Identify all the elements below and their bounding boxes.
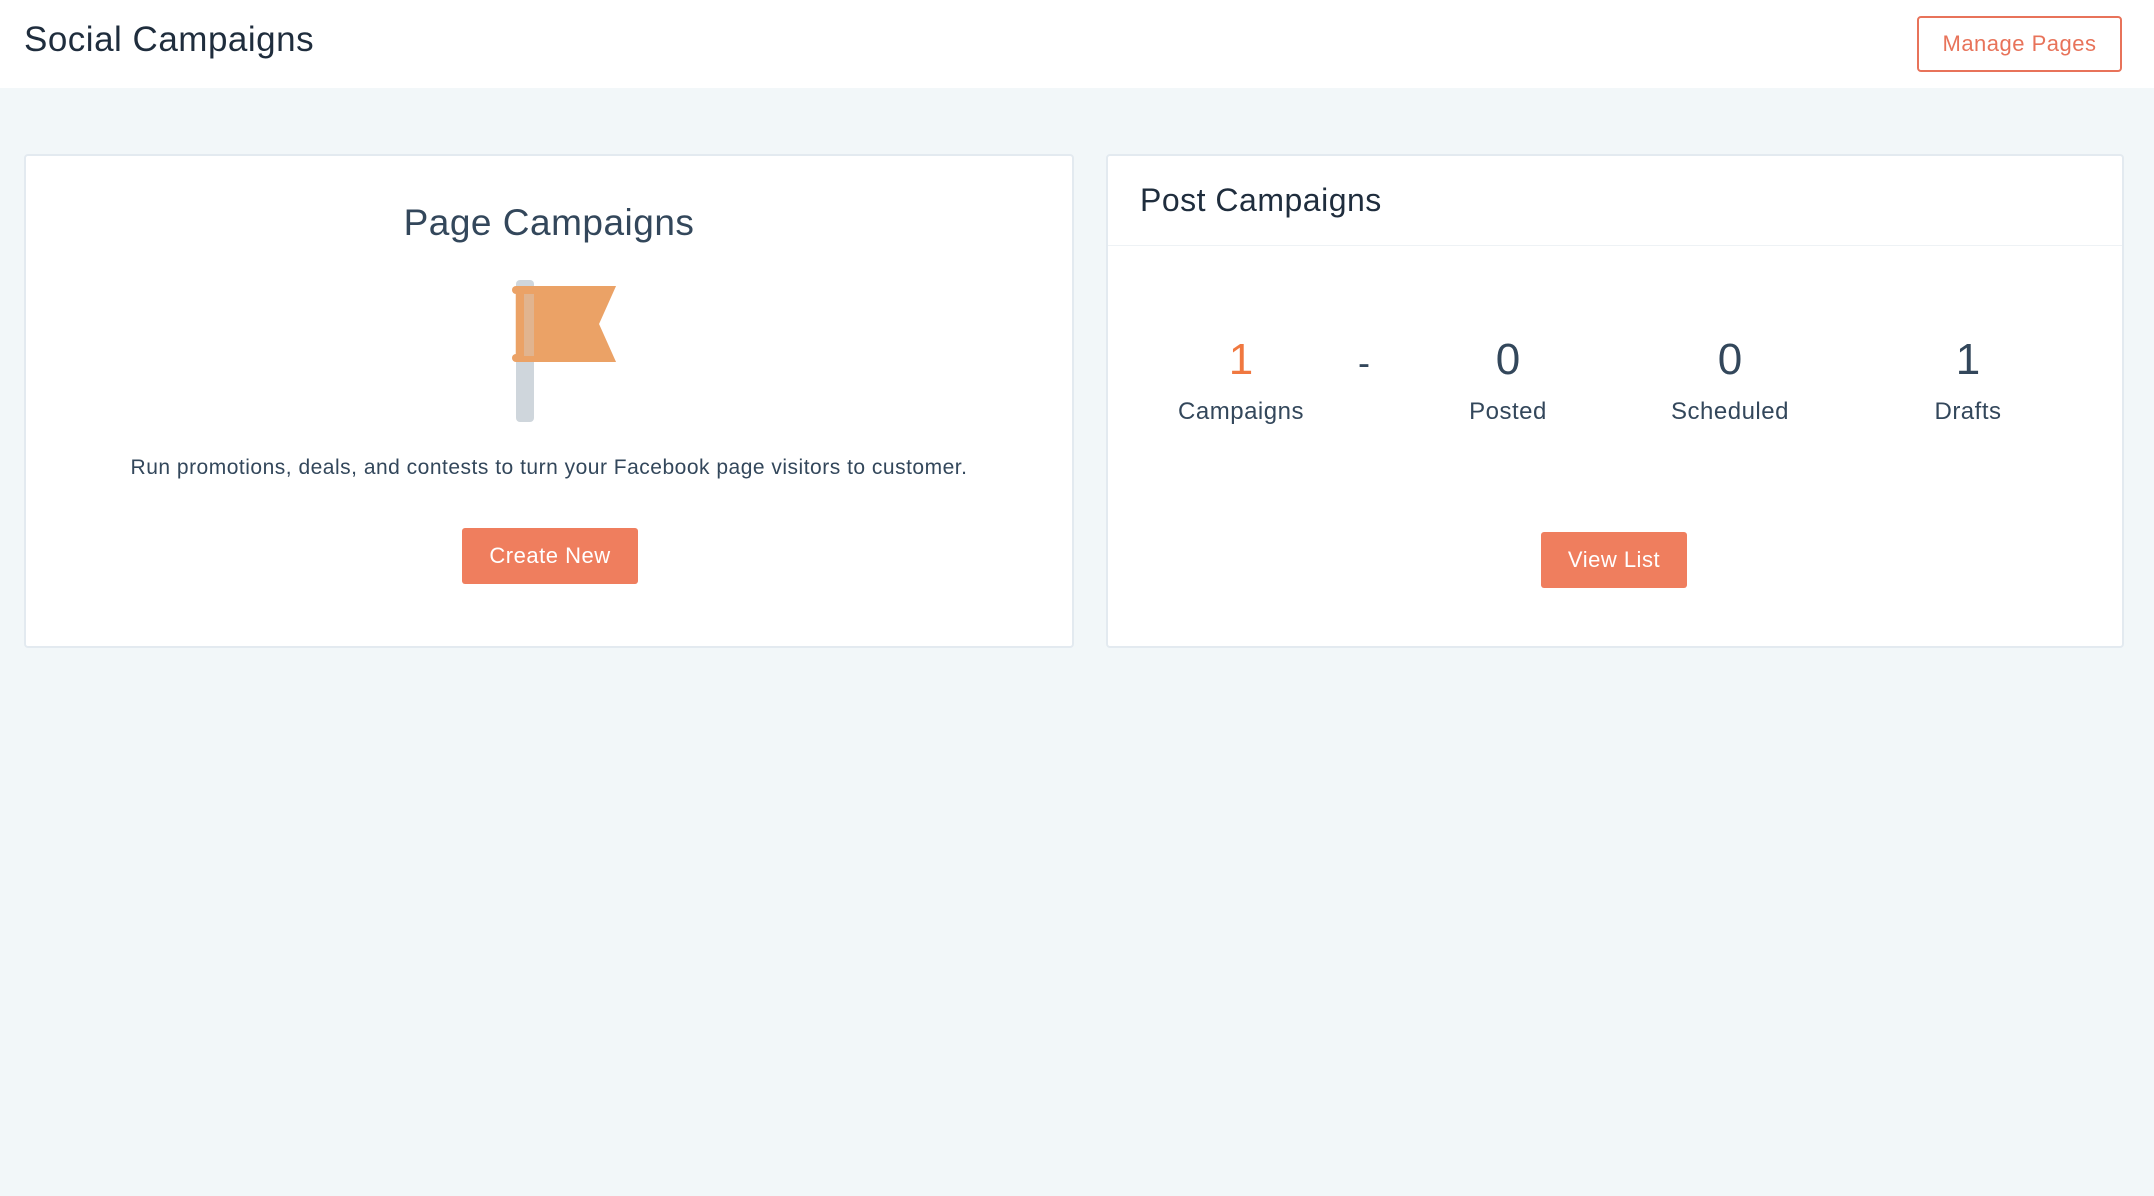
create-new-button[interactable]: Create New xyxy=(462,528,638,584)
post-campaigns-card: Post Campaigns 1 Campaigns - 0 Posted 0 … xyxy=(1106,154,2124,648)
post-campaigns-header: Post Campaigns xyxy=(1108,156,2122,246)
stat-label: Scheduled xyxy=(1671,398,1789,425)
stat-value: 0 xyxy=(1495,335,1521,384)
stat-label: Campaigns xyxy=(1178,398,1304,425)
page-campaigns-title: Page Campaigns xyxy=(403,202,695,243)
view-list-button[interactable]: View List xyxy=(1541,532,1687,588)
page-campaigns-description: Run promotions, deals, and contests to t… xyxy=(130,456,968,479)
post-campaigns-title: Post Campaigns xyxy=(1140,182,1382,218)
stat-separator: - xyxy=(1358,342,1370,383)
stat-posted: 0 Posted xyxy=(1398,338,1618,426)
stat-scheduled: 0 Scheduled xyxy=(1620,338,1840,426)
stat-label: Drafts xyxy=(1934,398,2002,425)
page-campaigns-card: Page Campaigns Run promotions, deals, an… xyxy=(24,154,1074,648)
page-title: Social Campaigns xyxy=(24,20,315,59)
manage-pages-button[interactable]: Manage Pages xyxy=(1917,16,2122,72)
stat-value: 1 xyxy=(1955,335,1981,384)
stat-value: 1 xyxy=(1228,335,1254,384)
stat-drafts: 1 Drafts xyxy=(1858,338,2078,426)
stat-value: 0 xyxy=(1717,335,1743,384)
top-bar: Social Campaigns Manage Pages xyxy=(0,0,2154,88)
stat-campaigns: 1 Campaigns xyxy=(1131,338,1351,426)
flag-icon xyxy=(486,276,626,431)
stat-label: Posted xyxy=(1469,398,1547,425)
